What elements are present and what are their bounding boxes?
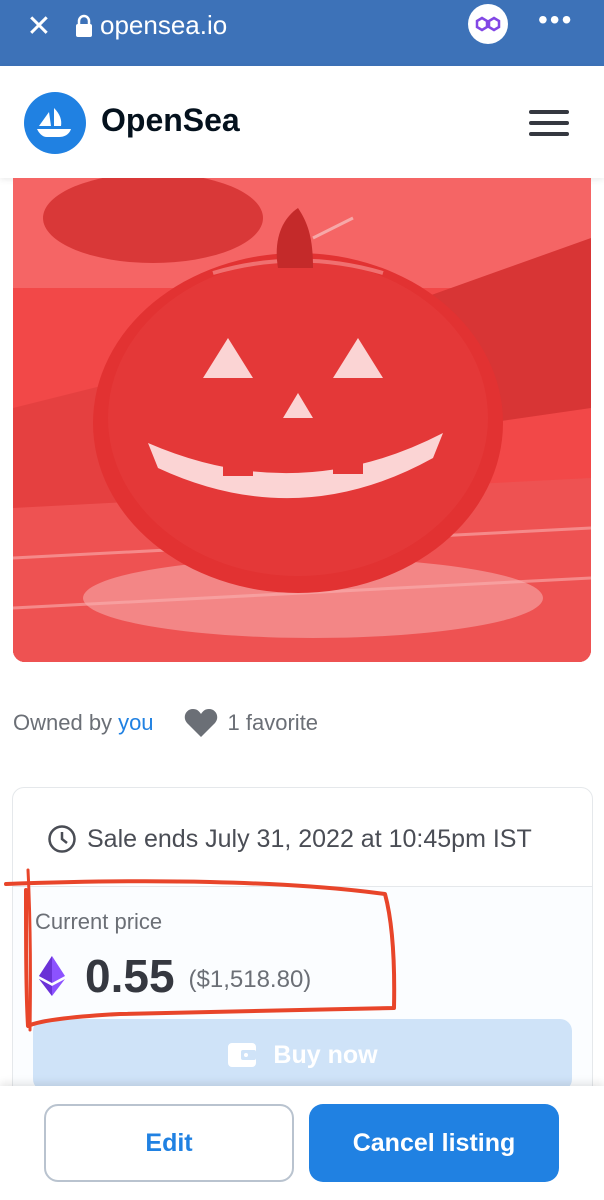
- price-row: 0.55 ($1,518.80): [39, 949, 311, 1003]
- current-price-label: Current price: [35, 909, 163, 934]
- heart-icon[interactable]: [184, 708, 218, 738]
- price-usd: ($1,518.80): [188, 966, 312, 993]
- cancel-listing-button[interactable]: Cancel listing: [309, 1104, 559, 1182]
- more-options-icon[interactable]: •••: [538, 4, 573, 36]
- owner-link[interactable]: you: [118, 710, 153, 736]
- pumpkin-illustration: [13, 178, 591, 662]
- action-bar: Edit Cancel listing: [0, 1086, 604, 1200]
- wallet-icon: [228, 1043, 257, 1067]
- menu-icon[interactable]: [529, 110, 569, 136]
- close-icon[interactable]: ✕: [24, 12, 54, 42]
- site-header: OpenSea: [0, 66, 604, 178]
- price-value: 0.55: [85, 950, 175, 1002]
- sale-ends-row: Sale ends July 31, 2022 at 10:45pm IST: [47, 824, 532, 854]
- favorites-count[interactable]: 1 favorite: [228, 710, 319, 736]
- opensea-logo-icon[interactable]: [24, 92, 86, 154]
- clock-icon: [48, 825, 76, 853]
- ethereum-icon: [39, 956, 65, 996]
- ownership-row: Owned by you 1 favorite: [13, 708, 318, 738]
- brand-name[interactable]: OpenSea: [101, 102, 240, 139]
- browser-bar: ✕ opensea.io •••: [0, 0, 604, 66]
- owned-by-label: Owned by: [13, 710, 113, 735]
- polygon-icon[interactable]: [468, 4, 508, 44]
- lock-icon: [76, 14, 92, 37]
- sale-ends-text: Sale ends July 31, 2022 at 10:45pm IST: [87, 824, 532, 853]
- address-bar-url[interactable]: opensea.io: [100, 10, 227, 41]
- buy-now-button[interactable]: Buy now: [33, 1019, 572, 1091]
- edit-button[interactable]: Edit: [44, 1104, 294, 1182]
- nft-artwork-image[interactable]: [13, 178, 591, 662]
- buy-now-label: Buy now: [273, 1040, 378, 1069]
